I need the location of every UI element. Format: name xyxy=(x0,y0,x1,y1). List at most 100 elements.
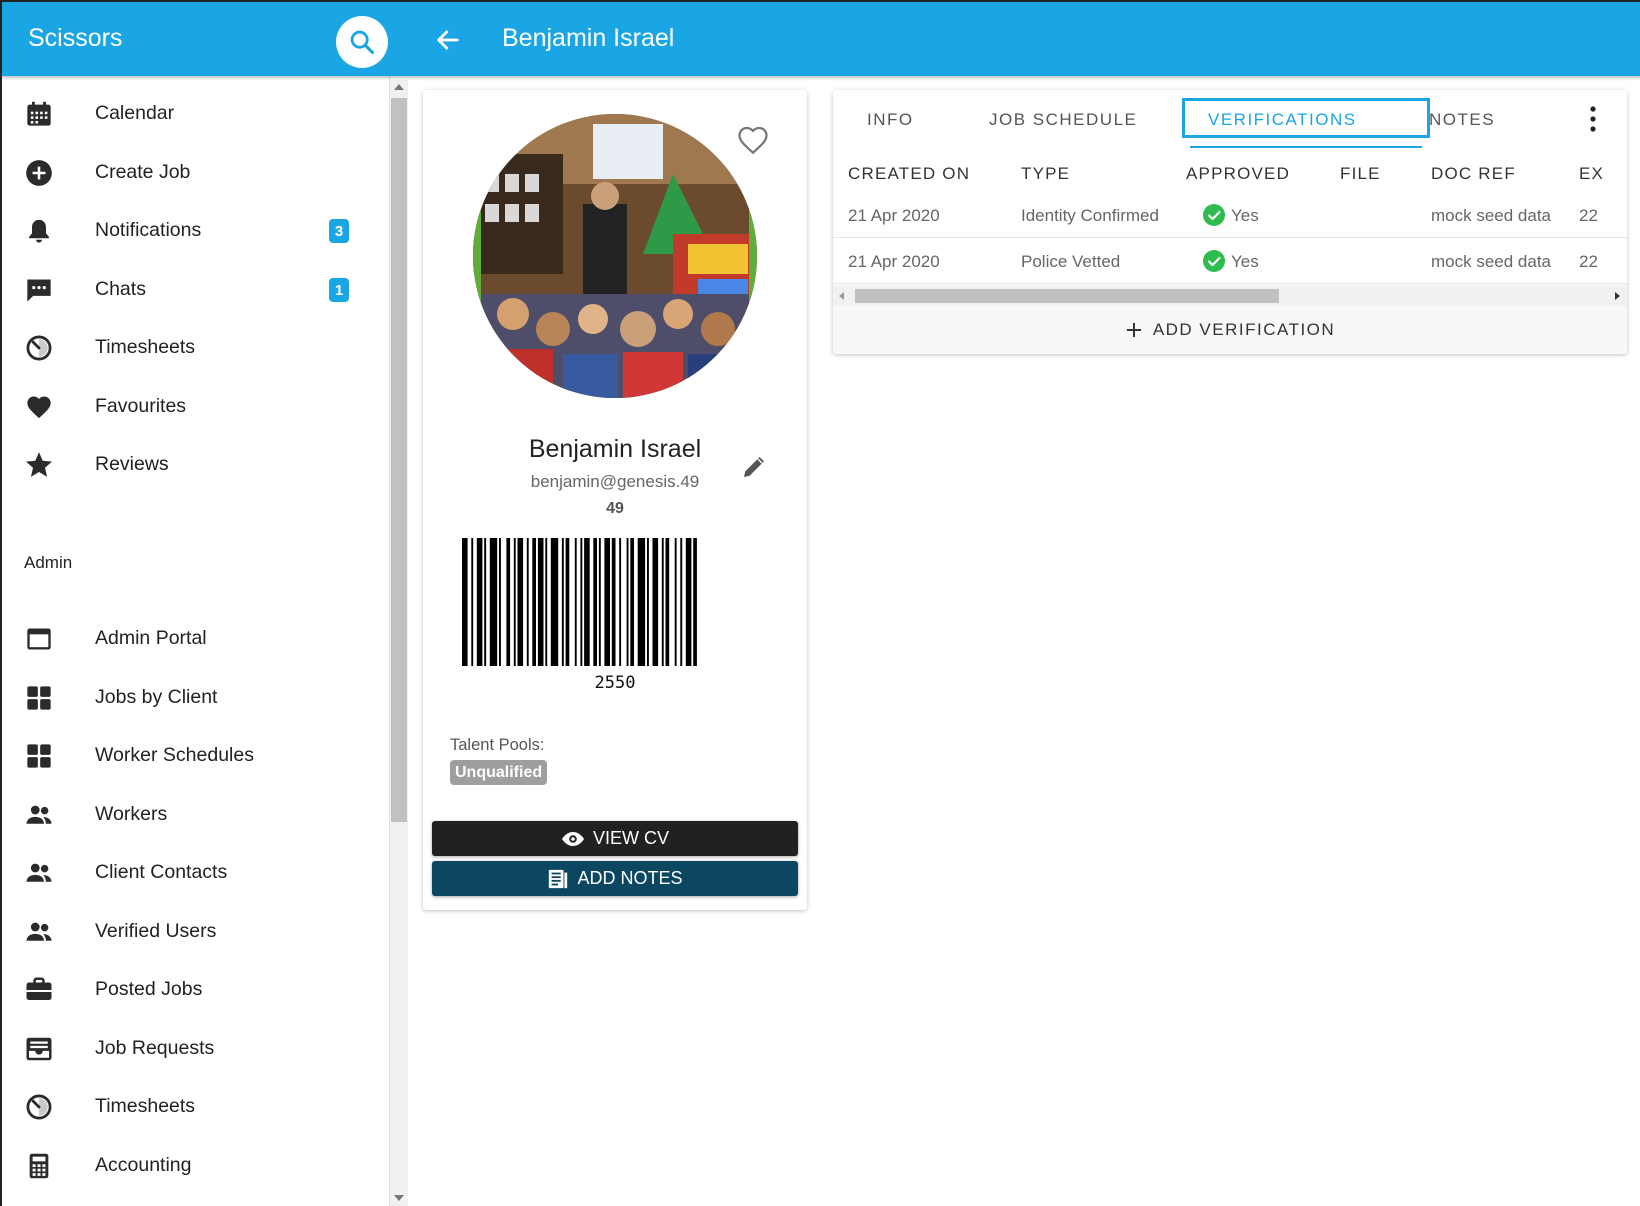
heart-outline-icon xyxy=(738,126,768,155)
window-icon xyxy=(24,624,54,654)
sidebar-item-posted-jobs[interactable]: Posted Jobs xyxy=(2,960,388,1018)
tab-notes[interactable]: NOTES xyxy=(1429,110,1495,130)
people-icon xyxy=(24,800,54,830)
cell-approved: Yes xyxy=(1231,252,1259,271)
search-icon xyxy=(350,30,375,55)
sidebar-item-label: Job Requests xyxy=(95,1037,215,1059)
sidebar-item-label: Chats xyxy=(95,278,146,300)
inbox-icon xyxy=(24,1034,54,1064)
table-row[interactable]: 21 Apr 2020 Identity Confirmed Yes mock … xyxy=(833,192,1627,238)
more-vertical-icon xyxy=(1590,106,1596,132)
search-button[interactable] xyxy=(336,16,388,68)
barcode-number: 2550 xyxy=(594,673,636,693)
sidebar-item-chats[interactable]: Chats 1 xyxy=(2,260,388,318)
sidebar-item-admin-portal[interactable]: Admin Portal xyxy=(2,609,388,667)
add-notes-button[interactable]: ADD NOTES xyxy=(432,861,798,896)
add-circle-icon xyxy=(24,158,54,188)
back-button[interactable] xyxy=(430,22,466,58)
people-icon xyxy=(24,858,54,888)
briefcase-icon xyxy=(24,975,54,1005)
cell-approved: Yes xyxy=(1231,206,1259,225)
sidebar-item-calendar[interactable]: Calendar xyxy=(2,84,388,142)
people-icon xyxy=(24,917,54,947)
sidebar-item-label: Create Job xyxy=(95,161,191,183)
sidebar-item-label: Timesheets xyxy=(95,1095,196,1117)
sidebar-item-jobs-by-client[interactable]: Jobs by Client xyxy=(2,668,388,726)
sidebar-item-workers[interactable]: Workers xyxy=(2,785,388,843)
star-icon xyxy=(24,450,54,480)
profile-card: Benjamin Israel benjamin@genesis.49 49 2… xyxy=(423,90,807,910)
column-header-doc-ref[interactable]: DOC REF xyxy=(1431,164,1516,184)
cell-created-on: 21 Apr 2020 xyxy=(848,206,940,225)
favourite-button[interactable] xyxy=(735,122,771,158)
sidebar-item-label: Calendar xyxy=(95,102,175,124)
notification-count-badge: 3 xyxy=(329,219,349,243)
sidebar-item-verified-users[interactable]: Verified Users xyxy=(2,902,388,960)
timer-icon xyxy=(24,1092,54,1122)
sidebar-item-label: Timesheets xyxy=(95,336,196,358)
scroll-up-arrow-icon[interactable] xyxy=(394,84,404,90)
sidebar-item-client-contacts[interactable]: Client Contacts xyxy=(2,843,388,901)
active-tab-indicator xyxy=(1190,146,1422,148)
column-header-approved[interactable]: APPROVED xyxy=(1186,164,1290,184)
sidebar-item-create-job[interactable]: Create Job xyxy=(2,143,388,201)
sidebar-item-favourites[interactable]: Favourites xyxy=(2,377,388,435)
cell-expiry: 22 xyxy=(1579,252,1598,271)
sidebar-item-notifications[interactable]: Notifications 3 xyxy=(2,201,388,259)
column-header-file[interactable]: FILE xyxy=(1340,164,1381,184)
bell-icon xyxy=(24,216,54,246)
view-cv-button[interactable]: VIEW CV xyxy=(432,821,798,856)
scroll-right-arrow-icon[interactable] xyxy=(1615,292,1620,300)
sidebar-item-timesheets-admin[interactable]: Timesheets xyxy=(2,1077,388,1135)
cell-doc-ref: mock seed data xyxy=(1431,252,1552,271)
arrow-left-icon xyxy=(437,30,459,50)
cell-type: Police Vetted xyxy=(1021,252,1121,271)
sidebar-item-reviews[interactable]: Reviews xyxy=(2,435,388,493)
scroll-left-arrow-icon[interactable] xyxy=(839,292,844,300)
table-scrollbar-thumb[interactable] xyxy=(855,289,1279,303)
more-tabs-button[interactable] xyxy=(1585,104,1601,134)
cell-doc-ref: mock seed data xyxy=(1431,206,1552,225)
sidebar-item-label: Client Contacts xyxy=(95,861,228,883)
tab-verifications[interactable]: VERIFICATIONS xyxy=(1208,110,1357,130)
profile-id: 49 xyxy=(606,500,624,517)
grid-icon xyxy=(24,683,54,713)
table-row[interactable]: 21 Apr 2020 Police Vetted Yes mock seed … xyxy=(833,238,1627,284)
talent-pool-chip: Unqualified xyxy=(450,760,548,785)
sidebar-item-label: Verified Users xyxy=(95,920,217,942)
admin-section-title: Admin xyxy=(24,553,73,572)
column-header-expiry[interactable]: EX xyxy=(1579,164,1604,184)
app-title: Scissors xyxy=(28,24,123,52)
top-app-bar: Scissors Benjamin Israel xyxy=(2,2,1640,76)
tab-bar: INFO JOB SCHEDULE VERIFICATIONS NOTES xyxy=(833,90,1627,150)
sidebar-item-job-requests[interactable]: Job Requests xyxy=(2,1019,388,1077)
table-horizontal-scrollbar[interactable] xyxy=(833,286,1627,306)
column-header-type[interactable]: TYPE xyxy=(1021,164,1070,184)
calculator-icon xyxy=(24,1151,54,1181)
sidebar-item-worker-schedules[interactable]: Worker Schedules xyxy=(2,726,388,784)
sidebar-item-label: Favourites xyxy=(95,395,187,417)
sidebar-item-accounting[interactable]: Accounting xyxy=(2,1136,388,1194)
heart-icon xyxy=(24,392,54,422)
column-header-created-on[interactable]: CREATED ON xyxy=(848,164,970,184)
scroll-down-arrow-icon[interactable] xyxy=(394,1195,404,1201)
sidebar-scrollbar-thumb[interactable] xyxy=(391,98,407,822)
talent-pools-label: Talent Pools: xyxy=(450,736,545,754)
sidebar-item-label: Reviews xyxy=(95,453,169,475)
sidebar-item-timesheets[interactable]: Timesheets xyxy=(2,318,388,376)
app-frame: Scissors Benjamin Israel Calendar Create… xyxy=(0,0,1640,1206)
sidebar-item-label: Admin Portal xyxy=(95,627,207,649)
tab-info[interactable]: INFO xyxy=(867,110,914,130)
avatar xyxy=(473,114,757,398)
table-header: CREATED ON TYPE APPROVED FILE DOC REF EX xyxy=(833,150,1627,192)
notes-icon xyxy=(549,869,568,888)
tab-job-schedule[interactable]: JOB SCHEDULE xyxy=(989,110,1137,130)
timer-icon xyxy=(24,333,54,363)
grid-icon xyxy=(24,741,54,771)
check-circle-icon xyxy=(1203,250,1225,272)
sidebar-item-label: Worker Schedules xyxy=(95,744,254,766)
profile-email: benjamin@genesis.49 xyxy=(530,472,700,491)
add-verification-button[interactable]: ADD VERIFICATION xyxy=(833,312,1627,348)
calendar-icon xyxy=(24,99,54,129)
page-title: Benjamin Israel xyxy=(502,24,675,52)
